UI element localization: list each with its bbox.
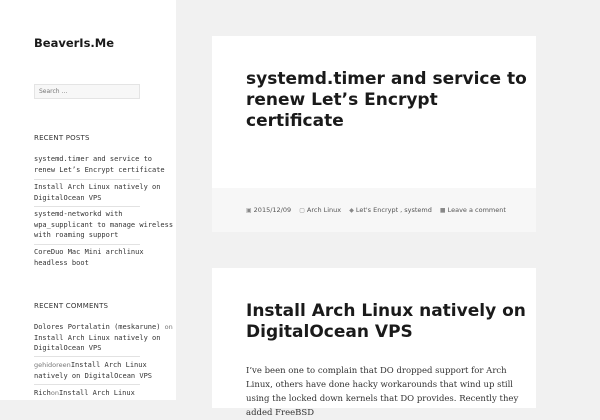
post-title[interactable]: Install Arch Linux natively on DigitalOc…	[246, 301, 536, 343]
post-article: Install Arch Linux natively on DigitalOc…	[212, 268, 536, 418]
comment-on-label: on	[50, 389, 59, 397]
divider	[34, 206, 140, 207]
comment-post-link[interactable]: Install Arch Linux natively on DigitalOc…	[34, 334, 160, 353]
recent-post-link[interactable]: CoreDuo Mac Mini archlinux headless boot	[34, 247, 174, 268]
recent-post-link[interactable]: systemd.timer and service to renew Let’s…	[34, 154, 174, 175]
search-input[interactable]	[34, 84, 140, 99]
post-tag[interactable]: Let's Encrypt	[356, 206, 398, 214]
leave-comment-link[interactable]: Leave a comment	[448, 206, 506, 214]
folder-icon: ▢	[299, 207, 305, 214]
comment-icon: ■	[439, 207, 446, 214]
comment-on-label: on	[164, 323, 173, 331]
post-date[interactable]: 2015/12/09	[254, 206, 291, 214]
comment-author: Rich	[34, 389, 51, 397]
tag-separator: ,	[400, 206, 403, 214]
post-meta: ▣ 2015/12/09 ▢ Arch Linux ◆ Let's Encrypt, s…	[246, 206, 506, 214]
post-excerpt: I’ve been one to complain that DO droppe…	[246, 366, 519, 418]
site-title[interactable]: BeaverIs.Me	[34, 36, 114, 50]
divider	[34, 179, 140, 180]
recent-posts-title: RECENT POSTS	[34, 134, 90, 142]
sidebar: BeaverIs.Me RECENT POSTS systemd.timer a…	[0, 0, 176, 400]
divider	[34, 244, 140, 245]
post-article: systemd.timer and service to renew Let’s…	[212, 36, 536, 232]
recent-post-link[interactable]: systemd-networkd with wpa_supplicant to …	[34, 209, 174, 241]
recent-comments-title: RECENT COMMENTS	[34, 302, 109, 310]
recent-comment-item: Dolores Portalatin (meskarune) on Instal…	[34, 322, 174, 354]
post-category[interactable]: Arch Linux	[307, 206, 341, 214]
recent-post-link[interactable]: Install Arch Linux natively on DigitalOc…	[34, 182, 174, 203]
post-title[interactable]: systemd.timer and service to renew Let’s…	[246, 69, 536, 132]
comment-author: gehidoreen	[34, 361, 71, 369]
calendar-icon: ▣	[246, 207, 252, 214]
divider	[34, 356, 140, 357]
divider	[34, 384, 140, 385]
post-tag[interactable]: systemd	[404, 206, 432, 214]
comment-author: Dolores Portalatin (meskarune)	[34, 323, 161, 331]
tag-icon: ◆	[349, 207, 354, 214]
recent-comment-item: RichonInstall Arch Linux	[34, 388, 174, 399]
post-footer: ▣ 2015/12/09 ▢ Arch Linux ◆ Let's Encrypt, s…	[212, 188, 536, 232]
recent-comment-item: gehidoreenInstall Arch Linux natively on…	[34, 360, 174, 381]
comment-post-link[interactable]: Install Arch Linux	[59, 389, 135, 397]
